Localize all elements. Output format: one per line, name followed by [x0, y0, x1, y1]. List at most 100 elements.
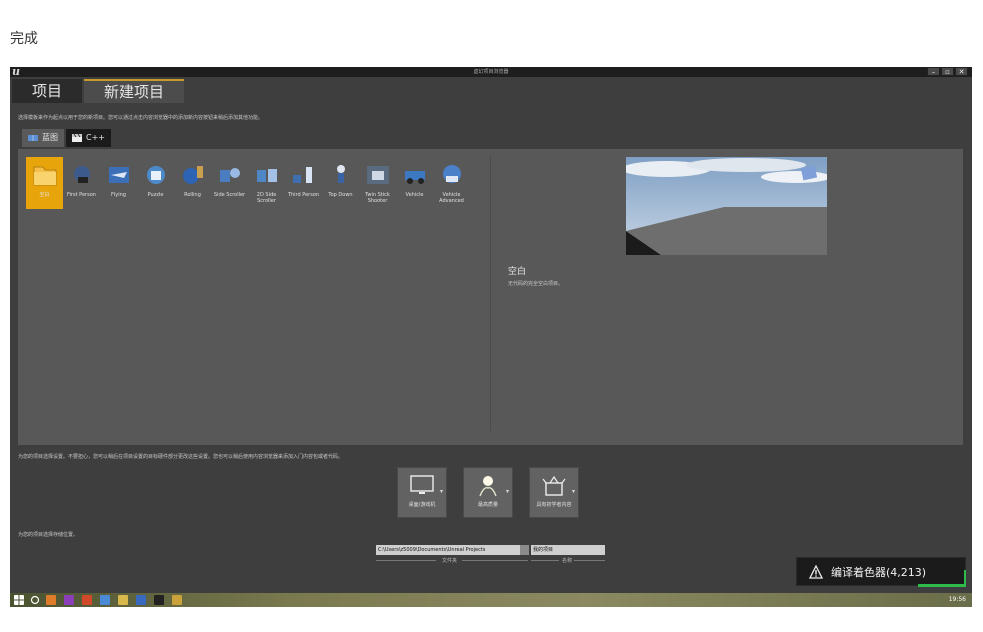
project-browser-window: u 虚幻项目浏览器 – ▫ ✕ 项目 新建项目 选择模板来作为起点以用于您的新项…: [10, 67, 972, 593]
unreal-taskbar-icon[interactable]: [154, 595, 164, 605]
project-name-input[interactable]: 我的项目: [531, 545, 605, 555]
app-icon[interactable]: [100, 595, 110, 605]
firefox-icon[interactable]: [46, 595, 56, 605]
close-button[interactable]: ✕: [955, 67, 968, 76]
top-down-icon: [336, 165, 345, 183]
chevron-down-icon: ▾: [505, 488, 509, 495]
blueprint-book-icon: [28, 135, 38, 141]
template-third-person[interactable]: Third Person: [285, 157, 322, 209]
starter-content-icon: [542, 475, 566, 496]
toast-text: 编译着色器(4,213): [831, 565, 927, 579]
setting-label: 最高质量: [477, 502, 498, 508]
panel-divider: [490, 155, 491, 431]
graphics-quality-button[interactable]: ▾ 最高质量: [463, 467, 513, 518]
onenote-icon[interactable]: [64, 595, 74, 605]
template-label: Puzzle: [147, 192, 164, 198]
location-hint: 为您的项目选择存储位置。: [18, 532, 79, 538]
template-rolling[interactable]: Rolling: [174, 157, 211, 209]
vehicle-icon: [404, 171, 425, 184]
browser-icon[interactable]: [82, 595, 92, 605]
template-label: Vehicle Advanced: [439, 192, 464, 204]
divider: [462, 560, 528, 561]
chevron-down-icon: ▾: [571, 488, 575, 495]
template-vehicle-advanced[interactable]: Vehicle Advanced: [433, 157, 470, 209]
template-top-down[interactable]: Top Down: [322, 157, 359, 209]
window-title: 虚幻项目浏览器: [473, 69, 509, 75]
windows-start-icon[interactable]: [14, 595, 24, 605]
flying-icon: [108, 167, 129, 183]
tab-blueprint-label: 蓝图: [42, 133, 58, 142]
minimize-button[interactable]: –: [927, 67, 940, 76]
preview-description: 无代码的完全空白项目。: [508, 281, 564, 287]
project-settings: ▾ 桌面/游戏机 ▾ 最高质量 ▾ 具有初学者内容: [397, 467, 579, 518]
template-grid: 空白 First Person Flying Puzzle Rolling Si…: [26, 157, 470, 209]
side-scroller-icon: [219, 168, 240, 182]
quality-icon: [479, 476, 497, 497]
main-tabs: 项目 新建项目: [12, 79, 185, 103]
page-caption: 完成: [10, 31, 38, 47]
compile-shaders-toast: 编译着色器(4,213): [796, 557, 966, 586]
template-label: 空白: [39, 192, 50, 198]
template-label: Twin Stick Shooter: [365, 192, 390, 204]
template-panel: 空白 First Person Flying Puzzle Rolling Si…: [18, 149, 963, 445]
template-vehicle[interactable]: Vehicle: [396, 157, 433, 209]
toast-progress-edge: [964, 570, 966, 587]
folder-path-input[interactable]: C:\Users\z5009\Documents\Unreal Projects: [376, 545, 528, 555]
tab-projects[interactable]: 项目: [12, 79, 83, 103]
toast-progress: [918, 584, 966, 587]
template-label: Flying: [111, 192, 126, 198]
browse-folder-button[interactable]: [520, 545, 529, 555]
template-label: Vehicle: [405, 192, 424, 198]
template-hint: 选择模板来作为起点以用于您的新项目。您可以通过点击内容浏览器中的添加新内容按钮来…: [18, 115, 264, 121]
windows-taskbar: 19:56: [10, 593, 972, 607]
warning-icon: [809, 564, 823, 579]
app-icon[interactable]: [136, 595, 146, 605]
target-hardware-button[interactable]: ▾ 桌面/游戏机: [397, 467, 447, 518]
vehicle-advanced-icon: [442, 165, 461, 183]
template-blank[interactable]: 空白: [26, 157, 63, 209]
divider: [574, 560, 605, 561]
window-controls: – ▫ ✕: [927, 67, 968, 76]
2d-side-scroller-icon: [256, 169, 277, 182]
system-tray-clock[interactable]: 19:56: [949, 594, 966, 606]
template-puzzle[interactable]: Puzzle: [137, 157, 174, 209]
twin-stick-shooter-icon: [366, 166, 389, 184]
puzzle-icon: [146, 166, 165, 184]
tab-blueprint[interactable]: 蓝图: [22, 129, 64, 147]
restore-button[interactable]: ▫: [941, 67, 954, 76]
template-side-scroller[interactable]: Side Scroller: [211, 157, 248, 209]
starter-content-button[interactable]: ▾ 具有初学者内容: [529, 467, 579, 518]
tab-cpp[interactable]: C++: [66, 129, 111, 147]
name-caption: 名称: [562, 558, 573, 564]
clapboard-icon: [72, 134, 82, 142]
chevron-down-icon: ▾: [439, 488, 443, 495]
settings-hint: 为您的项目选择设置。不要担心，您可以稍后在项目设置的目标硬件部分更改这些设置。您…: [18, 454, 344, 460]
divider: [376, 560, 436, 561]
file-explorer-icon[interactable]: [118, 595, 128, 605]
template-label: Third Person: [287, 192, 320, 198]
rolling-icon: [182, 166, 203, 184]
template-flying[interactable]: Flying: [100, 157, 137, 209]
first-person-icon: [73, 166, 90, 183]
setting-label: 桌面/游戏机: [408, 502, 436, 508]
folder-icon: [33, 166, 56, 186]
search-icon[interactable]: [30, 595, 40, 605]
title-bar[interactable]: u 虚幻项目浏览器 – ▫ ✕: [10, 67, 972, 78]
preview-title: 空白: [508, 267, 527, 277]
divider: [531, 560, 559, 561]
template-first-person[interactable]: First Person: [63, 157, 100, 209]
folder-caption: 文件夹: [442, 558, 458, 564]
template-label: Top Down: [328, 192, 353, 198]
template-preview-image: [626, 157, 827, 255]
tab-new-project[interactable]: 新建项目: [84, 79, 185, 103]
setting-label: 具有初学者内容: [536, 502, 572, 508]
template-twin-stick-shooter[interactable]: Twin Stick Shooter: [359, 157, 396, 209]
monitor-icon: [410, 475, 434, 494]
template-label: 2D Side Scroller: [256, 192, 277, 204]
template-label: Side Scroller: [213, 192, 246, 198]
tab-cpp-label: C++: [86, 133, 105, 142]
code-tabs: 蓝图 C++: [22, 129, 111, 147]
third-person-icon: [292, 167, 312, 183]
app-icon[interactable]: [172, 595, 182, 605]
template-2d-side-scroller[interactable]: 2D Side Scroller: [248, 157, 285, 209]
